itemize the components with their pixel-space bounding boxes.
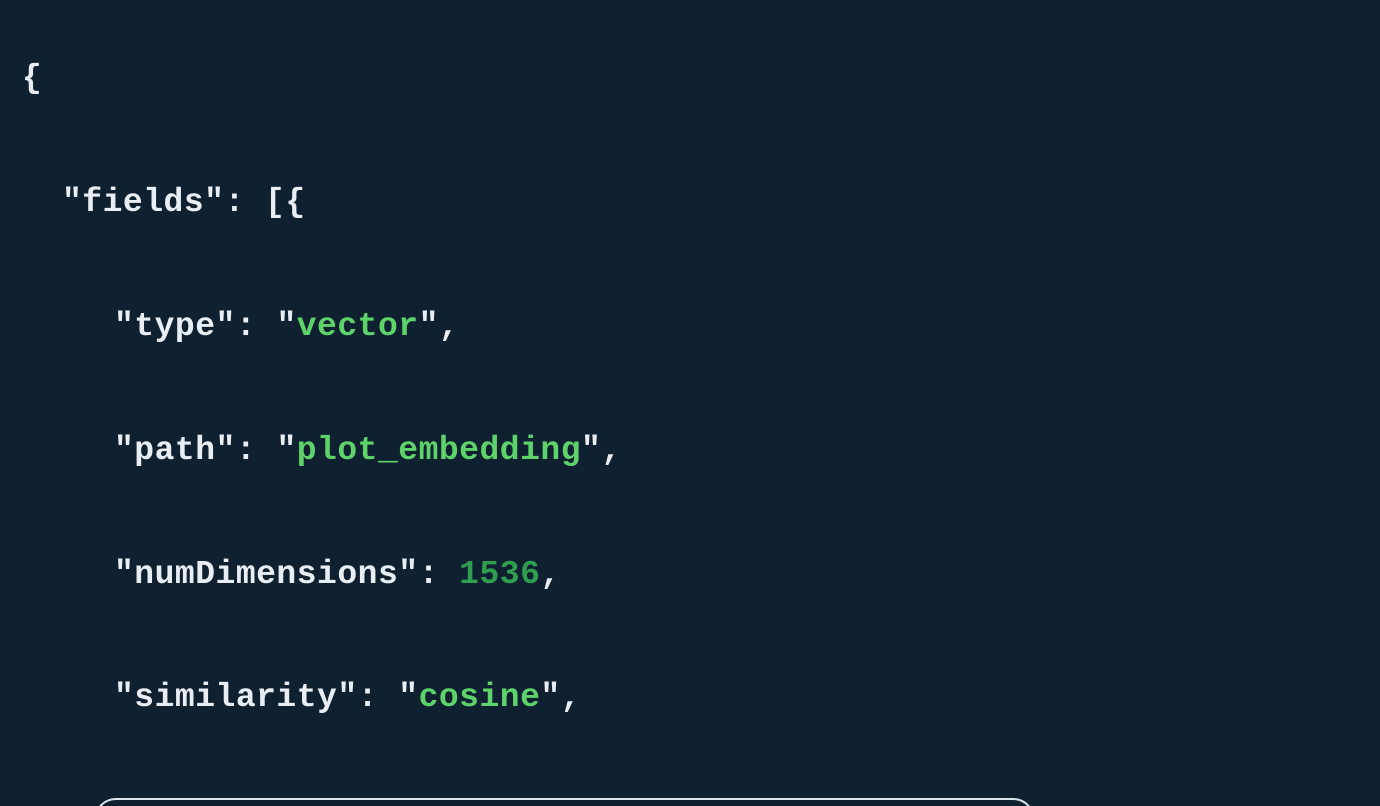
code-line: "path": "plot_embedding", [22, 433, 1358, 470]
punct: , [540, 556, 560, 593]
json-key-numdimensions: "numDimensions" [114, 556, 419, 593]
punct: , [439, 308, 459, 345]
json-string-value: plot_embedding [297, 432, 581, 469]
code-line: "similarity": "cosine", [22, 680, 1358, 717]
punct: : [236, 432, 277, 469]
punct: " [276, 308, 296, 345]
punct: : [236, 308, 277, 345]
punct: " [540, 679, 560, 716]
punct: , [601, 432, 621, 469]
quantization-highlight-box: "quantization": "none" | "scalar" | "bin… [94, 798, 1035, 806]
code-line: "numDimensions": 1536, [22, 557, 1358, 594]
json-key-similarity: "similarity" [114, 679, 358, 716]
punct: : [419, 556, 460, 593]
punct: " [276, 432, 296, 469]
punct: " [581, 432, 601, 469]
code-line: "fields": [{ [22, 185, 1358, 222]
punct: : [358, 679, 399, 716]
json-string-value: cosine [419, 679, 541, 716]
json-key-path: "path" [114, 432, 236, 469]
json-key-type: "type" [114, 308, 236, 345]
punct: , [561, 679, 581, 716]
punct: " [419, 308, 439, 345]
json-code-block: { "fields": [{ "type": "vector", "path":… [0, 0, 1380, 806]
open-brace: { [22, 60, 42, 97]
json-key-fields: "fields" [62, 184, 224, 221]
code-line: { [22, 61, 1358, 98]
code-line: "type": "vector", [22, 309, 1358, 346]
punct: " [398, 679, 418, 716]
json-string-value: vector [297, 308, 419, 345]
json-number-value: 1536 [459, 556, 540, 593]
punct: : [{ [224, 184, 305, 221]
